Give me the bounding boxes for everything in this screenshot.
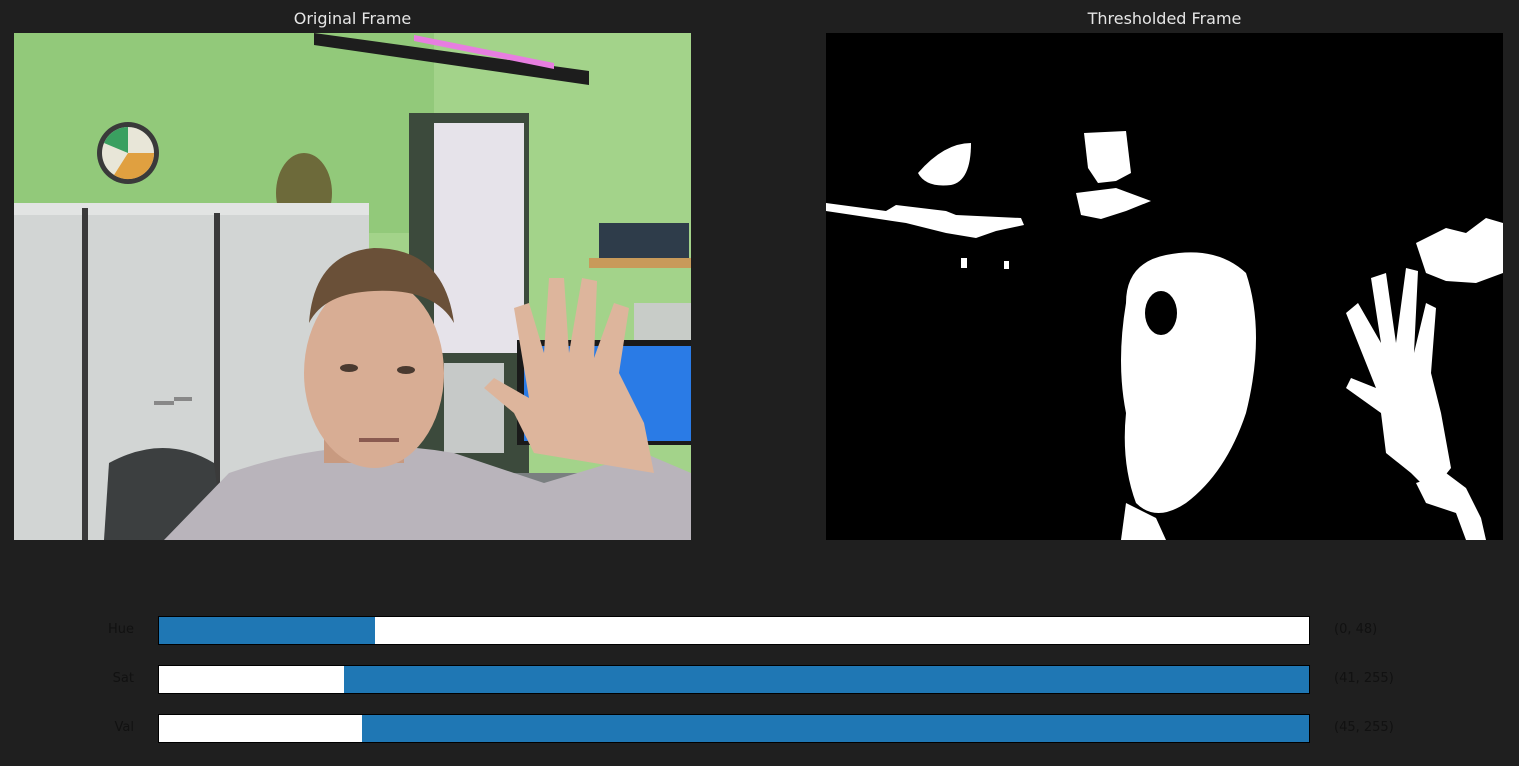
- sat-label: Sat: [112, 671, 134, 686]
- hue-range-slider[interactable]: [158, 616, 1310, 645]
- val-label: Val: [114, 720, 134, 735]
- thresholded-frame-image: [826, 33, 1503, 540]
- sat-range-fill: [343, 666, 1309, 693]
- val-range-value: (45, 255): [1334, 720, 1394, 735]
- original-frame-image: [14, 33, 691, 540]
- hue-range-value: (0, 48): [1334, 622, 1378, 637]
- sat-range-value: (41, 255): [1334, 671, 1394, 686]
- thresholded-frame-title: Thresholded Frame: [1087, 9, 1242, 28]
- thresholded-frame-mask: [826, 33, 1503, 540]
- val-range-slider[interactable]: [158, 714, 1310, 743]
- hue-range-fill: [159, 617, 376, 644]
- sat-range-slider[interactable]: [158, 665, 1310, 694]
- hue-label: Hue: [107, 622, 134, 637]
- original-frame-title: Original Frame: [293, 9, 412, 28]
- original-frame-scene: [14, 33, 691, 540]
- val-range-fill: [361, 715, 1309, 742]
